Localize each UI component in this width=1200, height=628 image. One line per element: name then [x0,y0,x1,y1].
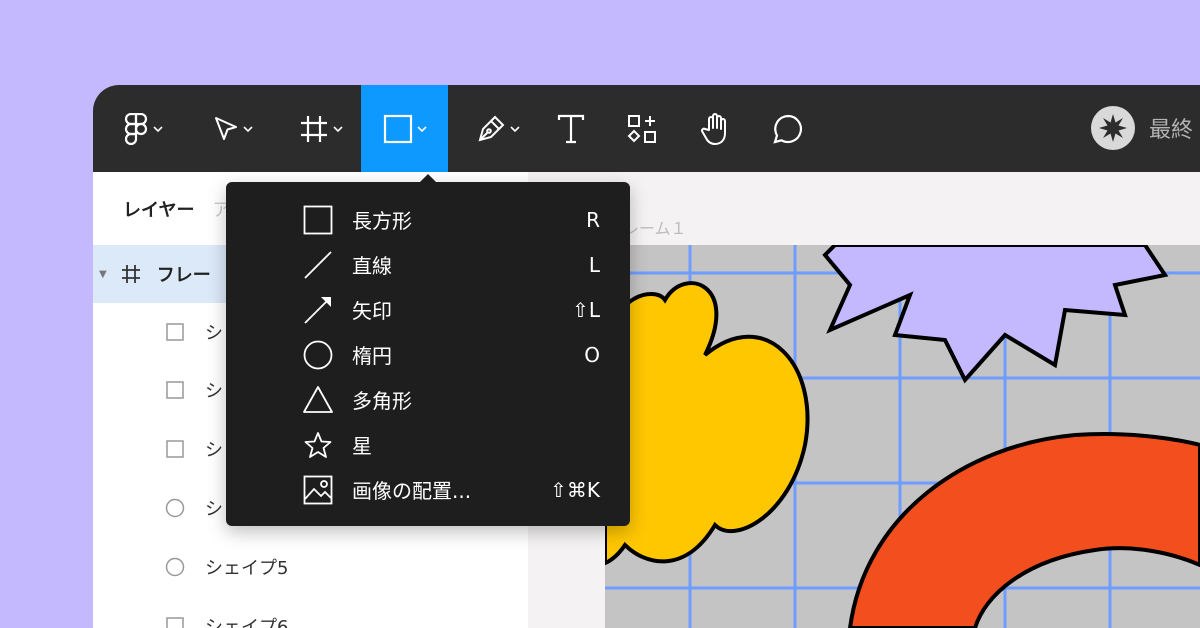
comment-icon [773,114,803,144]
frame-layer-label: フレー [156,265,211,286]
chevron-down-icon [153,125,163,132]
rectangle-icon [383,114,412,143]
canvas-frame[interactable] [605,245,1200,628]
layer-row[interactable]: シェイプ5 [93,538,528,596]
rectangle-icon [302,204,334,236]
layer-label: シ [205,499,223,520]
resources-tool-button[interactable] [619,85,665,172]
chevron-down-icon [510,125,520,132]
layer-label: シェイプ6 [205,617,289,628]
hand-tool-button[interactable] [693,85,739,172]
expand-caret-icon[interactable]: ▼ [99,269,107,280]
menu-item-shortcut: R [586,207,600,232]
arrow-icon [302,294,334,326]
square-icon [165,380,185,400]
chevron-down-icon [416,125,427,132]
square-icon [165,616,185,628]
comment-tool-button[interactable] [765,85,811,172]
recent-label[interactable]: 最終 [1149,112,1193,144]
menu-item-shortcut: L [588,252,600,277]
layer-row[interactable]: シェイプ6 [93,597,528,628]
purple-star-shape [822,245,1169,384]
menu-item-label: 直線 [352,254,392,278]
main-menu-button[interactable] [113,85,173,172]
menu-item-shortcut: ⇧L [572,297,600,322]
circle-icon [165,498,185,518]
move-cursor-icon [215,116,237,140]
layer-label: シ [205,323,223,344]
circle-icon [165,557,185,577]
frame-hash-icon [121,265,140,283]
recent-files-area[interactable]: 最終 [1091,106,1193,150]
menu-item-label: 星 [352,434,372,458]
chevron-down-icon [243,125,253,132]
frame-tool-button[interactable] [289,85,353,172]
canvas-artwork [605,245,1200,628]
hand-icon [701,112,726,145]
menu-item-label: 楕円 [352,344,392,368]
menu-item-shortcut: O [584,342,600,367]
move-tool-button[interactable] [201,85,265,172]
square-icon [165,439,185,459]
menu-item-place-image[interactable]: 画像の配置... ⇧⌘K [226,467,630,512]
menu-item-line[interactable]: 直線 L [226,242,630,287]
menu-item-label: 画像の配置... [352,479,472,503]
text-tool-button[interactable] [548,85,594,172]
avatar[interactable] [1091,106,1135,150]
layer-label: シ [205,381,223,402]
menu-item-shortcut: ⇧⌘K [550,477,600,502]
polygon-icon [302,384,334,416]
yellow-blob-shape [605,281,810,566]
figma-logo-icon [124,112,148,145]
menu-item-label: 矢印 [352,299,392,323]
canvas-frame-label[interactable]: レーム１ [623,215,687,239]
menu-item-label: 多角形 [352,389,412,413]
orange-arc-shape [847,432,1200,628]
text-icon [557,114,585,143]
menu-item-star[interactable]: 星 [226,422,630,467]
menu-item-rectangle[interactable]: 長方形 R [226,197,630,242]
menu-item-label: 長方形 [352,209,412,233]
toolbar: 最終 [93,85,1200,172]
shape-tool-button[interactable] [361,85,448,172]
shape-dropdown-menu: 長方形 R 直線 L 矢印 ⇧L 楕円 O 多角形 星 画像の配置... ⇧⌘K [226,182,630,526]
chevron-down-icon [333,125,343,132]
menu-item-polygon[interactable]: 多角形 [226,377,630,422]
menu-item-arrow[interactable]: 矢印 ⇧L [226,287,630,332]
pen-tool-button[interactable] [469,85,527,172]
panel-tabs: レイヤー ア [123,196,230,222]
tab-layers[interactable]: レイヤー [123,196,194,222]
menu-item-ellipse[interactable]: 楕円 O [226,332,630,377]
line-icon [302,249,334,281]
star-icon [302,429,334,461]
sparkle-badge-icon [1099,114,1127,142]
layer-label: シ [205,440,223,461]
square-icon [165,322,185,342]
frame-hash-icon [301,115,327,142]
image-icon [302,474,334,506]
pen-icon [478,115,505,141]
layer-label: シェイプ5 [205,558,289,579]
resources-icon [627,114,656,143]
ellipse-icon [302,339,334,371]
